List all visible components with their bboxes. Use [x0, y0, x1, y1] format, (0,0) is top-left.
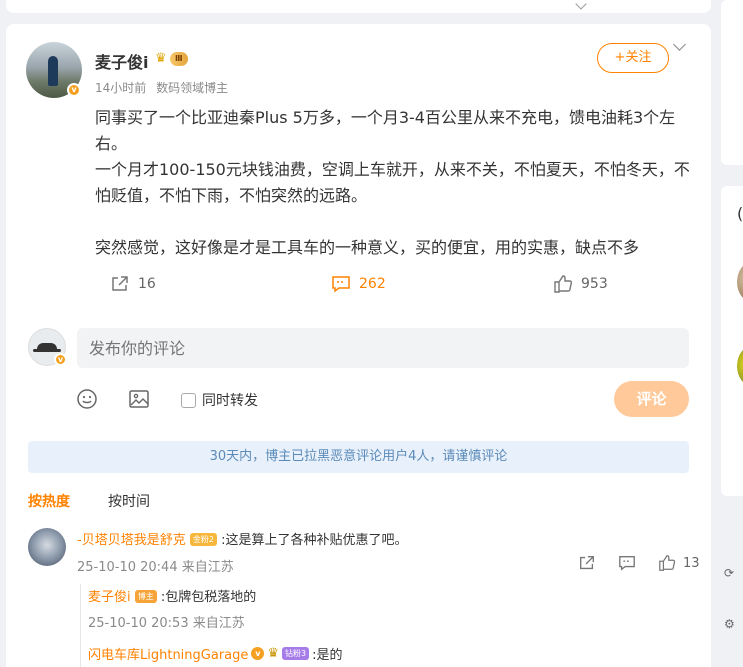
comment-like-button[interactable]: 13	[658, 554, 700, 572]
author-name[interactable]: 麦子俊i	[95, 49, 149, 73]
repost-button[interactable]: 16	[110, 274, 156, 294]
verified-badge-icon: v	[67, 83, 81, 97]
post-paragraph: 突然感觉，这好像是才是工具车的一种意义，买的便宜，用的实惠，缺点不多	[95, 238, 640, 257]
reply-line: 闪电车库LightningGarage v ♛ 钻粉3 :是的	[88, 644, 343, 663]
forward-label: 同时转发	[202, 393, 258, 409]
like-button[interactable]: 953	[553, 274, 608, 294]
reply-user[interactable]: 闪电车库LightningGarage	[88, 644, 248, 663]
fan-badge: 钻粉3	[282, 647, 310, 660]
emoji-icon[interactable]	[76, 388, 98, 410]
follow-button[interactable]: +关注	[597, 43, 669, 73]
comment-time: 25-10-10 20:44 来自江苏	[77, 560, 234, 575]
post-meta: 14小时前 数码领域博主	[95, 79, 228, 96]
repost-icon	[112, 276, 128, 291]
submit-comment-button[interactable]: 评论	[614, 381, 689, 417]
crown-icon: ♛	[267, 646, 280, 661]
sort-by-hot-tab[interactable]: 按热度	[28, 491, 70, 511]
reply-time: 25-10-10 20:53 来自江苏	[88, 616, 245, 631]
reply-line: 麦子俊i 博主 :包牌包税落地的	[88, 586, 256, 605]
comment-line: -贝塔贝塔我是舒克 金粉2 :这是算上了各种补贴优惠了吧。	[77, 529, 407, 548]
reply-text: :包牌包税落地的	[160, 590, 257, 605]
fan-badge: 金粉2	[189, 533, 217, 546]
reply-divider	[80, 584, 81, 667]
crown-icon: ♛	[155, 51, 167, 66]
forward-checkbox[interactable]: 同时转发	[181, 390, 258, 410]
verified-badge-icon: v	[251, 647, 265, 660]
post-paragraph: 同事买了一个比亚迪秦Plus 5万多，一个月3-4百公里从来不充电，馈电油耗3个…	[95, 108, 676, 153]
chevron-down-icon[interactable]	[575, 0, 587, 10]
member-level-badge: Ⅲ	[170, 52, 188, 66]
repost-count: 16	[138, 276, 156, 292]
like-count: 953	[581, 276, 608, 292]
post-paragraph	[95, 209, 695, 235]
author-badge: 博主	[134, 590, 157, 603]
block-notice: 30天内，博主已拉黑恶意评论用户4人，请谨慎评论	[28, 441, 689, 473]
post-time[interactable]: 14小时前	[95, 81, 146, 95]
comment-count: 262	[359, 276, 386, 292]
right-sidebar-card	[721, 0, 743, 165]
thumb-up-icon	[659, 555, 676, 571]
author-tag: 数码领域博主	[156, 81, 229, 95]
comment-actions: 13	[578, 554, 700, 572]
commenter-name[interactable]: -贝塔贝塔我是舒克	[77, 533, 186, 548]
reply-user[interactable]: 麦子俊i	[88, 590, 131, 605]
settings-icon[interactable]: ⚙	[724, 617, 735, 631]
commenter-avatar[interactable]	[28, 528, 66, 566]
verified-badge-icon: v	[54, 353, 67, 366]
comment-input[interactable]	[77, 328, 689, 368]
comment-like-count: 13	[683, 555, 700, 571]
thumb-up-icon	[554, 275, 573, 293]
comment-text: :这是算上了各种补贴优惠了吧。	[221, 533, 408, 548]
avatar-figure	[48, 56, 58, 86]
post-paragraph: 一个月才100-150元块钱油费，空调上车就开，从来不关，不怕夏天，不怕冬天，不…	[95, 160, 690, 205]
reply-text: :是的	[312, 648, 343, 663]
checkbox-box[interactable]	[181, 392, 196, 408]
sidebar-avatar[interactable]	[737, 346, 743, 386]
image-icon[interactable]	[128, 388, 150, 410]
sidebar-heading-fragment: (	[737, 204, 743, 223]
previous-post-card	[6, 0, 711, 13]
avatar-hat-brim	[33, 349, 61, 352]
comment-button[interactable]: 262	[331, 274, 386, 294]
right-sidebar-card-2: (	[721, 186, 743, 496]
sort-by-time-tab[interactable]: 按时间	[108, 491, 150, 511]
repost-icon[interactable]	[578, 554, 596, 572]
post-body: 同事买了一个比亚迪秦Plus 5万多，一个月3-4百公里从来不充电，馈电油耗3个…	[95, 105, 695, 261]
sidebar-avatar[interactable]	[737, 262, 743, 302]
comment-icon[interactable]	[618, 554, 636, 572]
refresh-icon[interactable]: ⟳	[724, 566, 734, 580]
comment-icon	[332, 276, 350, 293]
